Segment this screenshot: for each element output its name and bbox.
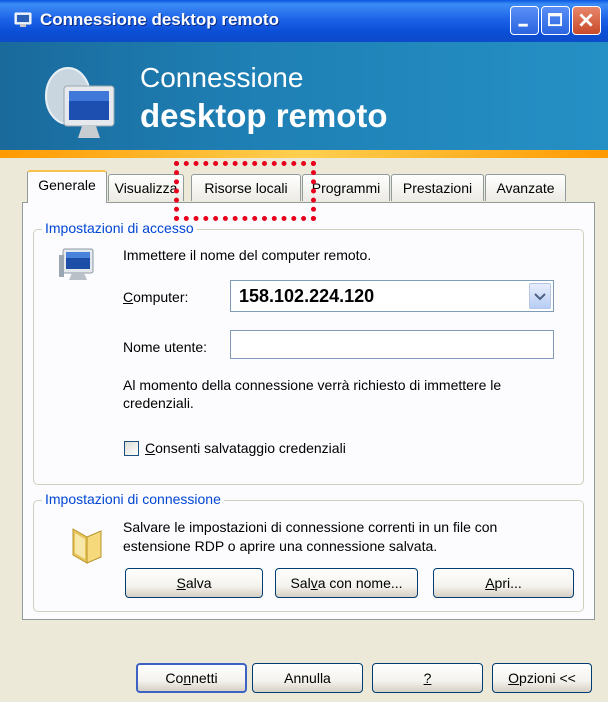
username-field[interactable] xyxy=(230,330,554,359)
connection-desc-line1: Salvare le impostazioni di connessione c… xyxy=(123,519,498,535)
close-button[interactable] xyxy=(572,6,601,35)
computer-value: 158.102.224.120 xyxy=(239,286,375,306)
remote-desktop-logo-icon xyxy=(45,67,115,138)
save-credentials-label[interactable]: Consenti salvataggio credenziali xyxy=(145,440,346,456)
connection-settings-label: Impostazioni di connessione xyxy=(42,491,224,507)
maximize-icon xyxy=(548,13,563,27)
folder-icon xyxy=(72,528,102,564)
save-button[interactable]: Salva xyxy=(125,568,263,598)
connect-button[interactable]: Connetti xyxy=(136,663,247,693)
computer-icon xyxy=(59,248,94,280)
tab-risorse-locali[interactable]: Risorse locali xyxy=(191,174,301,201)
rdp-window: Connessione desktop remoto Connessione d… xyxy=(0,0,608,702)
minimize-button[interactable] xyxy=(510,6,539,35)
banner-title-line2: desktop remoto xyxy=(140,97,388,134)
close-icon xyxy=(579,13,593,27)
open-button[interactable]: Apri... xyxy=(433,568,574,598)
minimize-icon xyxy=(518,23,528,27)
credentials-note-line1: Al momento della connessione verrà richi… xyxy=(123,377,502,393)
tab-avanzate[interactable]: Avanzate xyxy=(485,174,566,201)
maximize-button[interactable] xyxy=(541,6,570,35)
computer-label: Computer: xyxy=(123,289,189,305)
username-label: Nome utente: xyxy=(123,339,208,355)
computer-combobox[interactable]: 158.102.224.120 xyxy=(230,280,554,312)
help-button[interactable]: ? xyxy=(372,663,483,693)
remote-desktop-icon xyxy=(14,12,32,27)
banner-accent-stripe xyxy=(0,150,608,158)
window-title: Connessione desktop remoto xyxy=(40,10,279,29)
access-instruction: Immettere il nome del computer remoto. xyxy=(123,247,372,263)
cancel-button[interactable]: Annulla xyxy=(252,663,363,693)
credentials-note-line2: credenziali. xyxy=(123,395,194,411)
chevron-down-icon xyxy=(534,293,546,301)
title-bar[interactable]: Connessione desktop remoto xyxy=(0,0,608,42)
tab-visualizza[interactable]: Visualizza xyxy=(108,174,184,201)
tab-generale[interactable]: Generale xyxy=(27,170,107,203)
banner-title-line1: Connessione xyxy=(140,62,304,93)
tab-prestazioni[interactable]: Prestazioni xyxy=(391,174,484,201)
tab-programmi[interactable]: Programmi xyxy=(302,174,390,201)
connection-desc-line2: estensione RDP o aprire una connessione … xyxy=(123,538,438,554)
access-settings-label: Impostazioni di accesso xyxy=(42,220,197,236)
options-button[interactable]: Opzioni << xyxy=(492,663,592,693)
save-as-button[interactable]: Salva con nome... xyxy=(275,568,418,598)
computer-dropdown-button[interactable] xyxy=(529,283,551,309)
save-credentials-checkbox[interactable] xyxy=(124,441,139,456)
tab-panel-generale: Impostazioni di accesso Immettere il nom… xyxy=(22,202,595,620)
